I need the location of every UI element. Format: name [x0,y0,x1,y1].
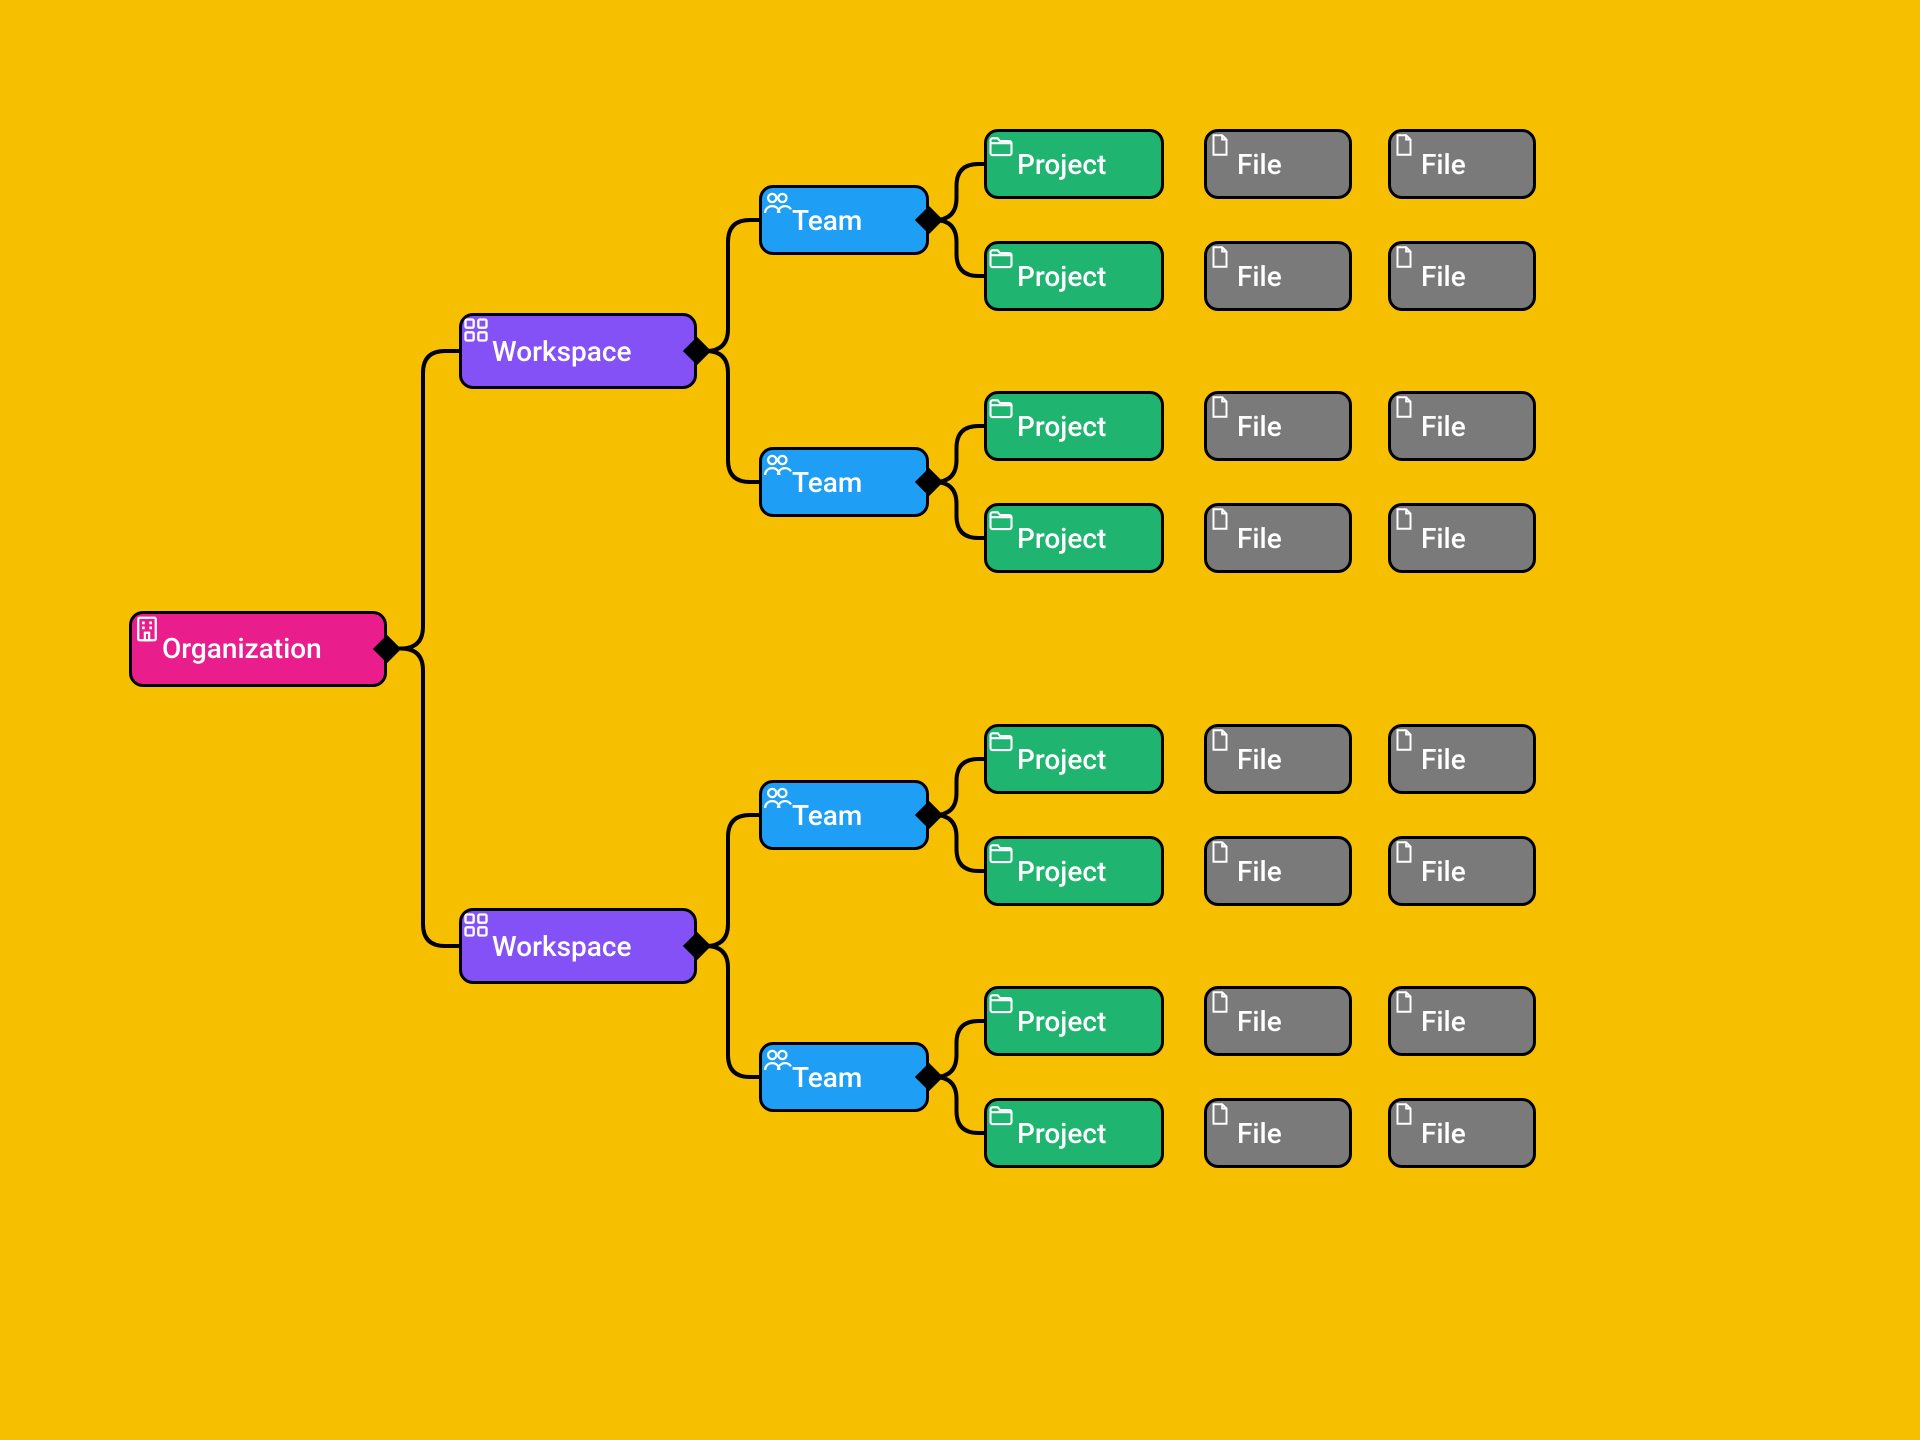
file-node: File [1204,129,1352,199]
project-node: Project [984,129,1164,199]
project-node: Project [984,724,1164,794]
connector [697,220,759,351]
file-node: File [1388,129,1536,199]
file-node: File [1204,241,1352,311]
connector [697,815,759,946]
node-label: File [1421,148,1466,181]
connector [929,220,984,276]
node-label: File [1421,743,1466,776]
node-label: File [1421,855,1466,888]
connector [929,164,984,220]
file-node: File [1388,836,1536,906]
connector [929,1077,984,1133]
node-label: Project [1017,855,1106,888]
node-label: File [1237,1005,1282,1038]
node-label: File [1421,410,1466,443]
node-label: Project [1017,260,1106,293]
connector [697,351,759,482]
file-node: File [1204,836,1352,906]
connector [387,351,459,649]
project-node: Project [984,986,1164,1056]
file-node: File [1204,503,1352,573]
node-label: File [1421,1117,1466,1150]
file-node: File [1204,724,1352,794]
project-node: Project [984,503,1164,573]
team-node: Team [759,185,929,255]
project-node: Project [984,391,1164,461]
file-node: File [1388,986,1536,1056]
node-label: Team [792,466,862,499]
node-label: Team [792,204,862,237]
team-node: Team [759,780,929,850]
node-label: Team [792,1061,862,1094]
project-node: Project [984,836,1164,906]
connector [697,946,759,1077]
file-node: File [1388,241,1536,311]
file-node: File [1388,503,1536,573]
node-label: Workspace [492,335,631,368]
team-node: Team [759,1042,929,1112]
team-node: Team [759,447,929,517]
node-label: Project [1017,410,1106,443]
project-node: Project [984,1098,1164,1168]
workspace-node: Workspace [459,908,697,984]
node-label: File [1421,1005,1466,1038]
node-label: Project [1017,1005,1106,1038]
node-label: File [1421,522,1466,555]
node-label: Organization [162,632,322,665]
file-node: File [1388,724,1536,794]
organization-node: Organization [129,611,387,687]
connector [929,426,984,482]
node-label: Team [792,799,862,832]
file-node: File [1204,986,1352,1056]
node-label: File [1237,260,1282,293]
node-label: Project [1017,522,1106,555]
connector [929,759,984,815]
file-node: File [1204,1098,1352,1168]
connector-layer [0,0,1920,1440]
node-label: Project [1017,743,1106,776]
file-node: File [1388,391,1536,461]
project-node: Project [984,241,1164,311]
file-node: File [1204,391,1352,461]
connector [387,649,459,947]
connector [929,482,984,538]
node-label: Workspace [492,930,631,963]
workspace-node: Workspace [459,313,697,389]
node-label: File [1237,522,1282,555]
node-label: File [1237,855,1282,888]
node-label: File [1237,148,1282,181]
node-label: Project [1017,1117,1106,1150]
node-label: Project [1017,148,1106,181]
node-label: File [1237,743,1282,776]
file-node: File [1388,1098,1536,1168]
node-label: File [1237,410,1282,443]
node-label: File [1421,260,1466,293]
connector [929,1021,984,1077]
node-label: File [1237,1117,1282,1150]
connector [929,815,984,871]
